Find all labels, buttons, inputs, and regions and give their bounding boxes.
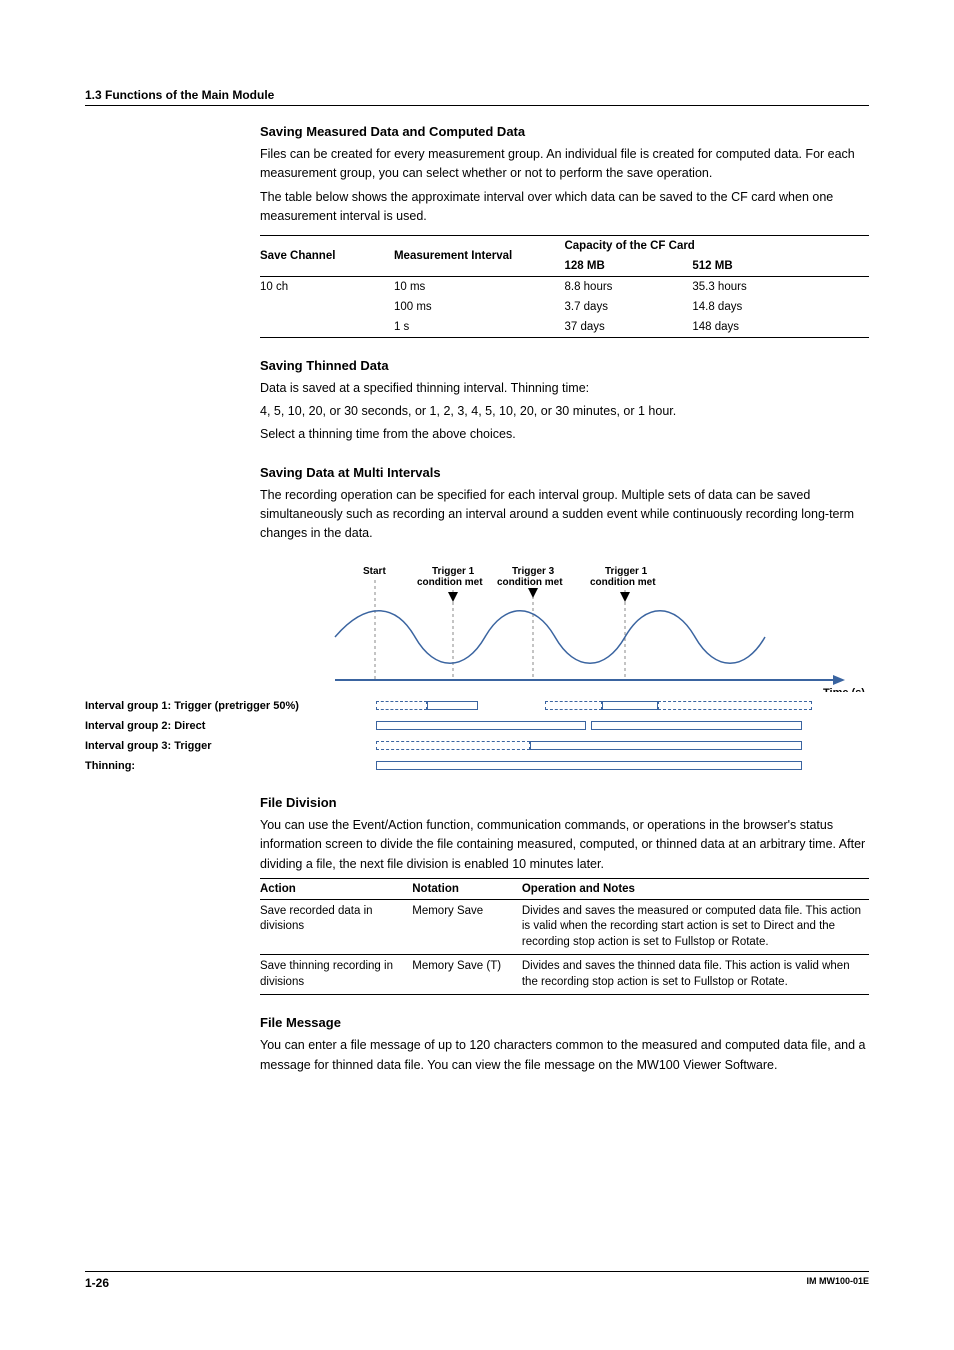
lbl-g3: Interval group 3: Trigger (85, 740, 355, 752)
section-file-message: File Message You can enter a file messag… (260, 1015, 869, 1075)
th-action: Action (260, 878, 412, 899)
cell: Memory Save (T) (412, 955, 522, 995)
cell: 148 days (692, 317, 820, 338)
track-g1 (355, 701, 869, 711)
section-multi-intervals: Saving Data at Multi Intervals The recor… (260, 465, 869, 544)
th-capacity: Capacity of the CF Card (564, 235, 820, 256)
lbl-g2: Interval group 2: Direct (85, 720, 355, 732)
lbl-t3b: condition met (497, 577, 563, 588)
timing-diagram: Start Trigger 1 condition met Trigger 3 … (85, 562, 869, 775)
lbl-time: Time (s) (823, 687, 865, 692)
s3-title: Saving Data at Multi Intervals (260, 465, 869, 480)
section-thinned: Saving Thinned Data Data is saved at a s… (260, 358, 869, 445)
doc-id: IM MW100-01E (806, 1276, 869, 1290)
page-number: 1-26 (85, 1276, 109, 1290)
s4-title: File Division (260, 795, 869, 810)
s1-title: Saving Measured Data and Computed Data (260, 124, 869, 139)
lbl-t1b: condition met (417, 577, 483, 588)
s2-p3: Select a thinning time from the above ch… (260, 425, 869, 444)
th-meas-int: Measurement Interval (394, 235, 565, 276)
lbl-start: Start (363, 566, 386, 577)
section-saving-measured: Saving Measured Data and Computed Data F… (260, 124, 869, 338)
lbl-g4: Thinning: (85, 760, 355, 772)
lbl-t1c: Trigger 1 (605, 566, 648, 577)
cell: Divides and saves the measured or comput… (522, 899, 869, 955)
timing-svg: Start Trigger 1 condition met Trigger 3 … (85, 562, 869, 692)
s5-title: File Message (260, 1015, 869, 1030)
s5-p1: You can enter a file message of up to 12… (260, 1036, 869, 1075)
cell: Save thinning recording in divisions (260, 955, 412, 995)
s1-p1: Files can be created for every measureme… (260, 145, 869, 184)
cell: 14.8 days (692, 297, 820, 317)
capacity-table: Save Channel Measurement Interval Capaci… (260, 235, 869, 338)
section-ref: 1.3 Functions of the Main Module (85, 88, 869, 102)
section-header: 1.3 Functions of the Main Module (85, 88, 869, 106)
cell: 10 ms (394, 276, 565, 297)
th-save-channel: Save Channel (260, 235, 394, 276)
s4-p1: You can use the Event/Action function, c… (260, 816, 869, 874)
th-op: Operation and Notes (522, 878, 869, 899)
file-division-table: Action Notation Operation and Notes Save… (260, 878, 869, 996)
cell: 10 ch (260, 276, 394, 297)
s2-p1: Data is saved at a specified thinning in… (260, 379, 869, 398)
cell: Save recorded data in divisions (260, 899, 412, 955)
cell: 35.3 hours (692, 276, 820, 297)
th-notation: Notation (412, 878, 522, 899)
cell (260, 297, 394, 317)
th-512: 512 MB (692, 256, 820, 277)
cell (260, 317, 394, 338)
cell: 1 s (394, 317, 565, 338)
lbl-t1a: Trigger 1 (432, 566, 475, 577)
page-footer: 1-26 IM MW100-01E (85, 1271, 869, 1290)
th-128: 128 MB (564, 256, 692, 277)
track-g4 (355, 761, 869, 771)
cell: 37 days (564, 317, 692, 338)
cell: 100 ms (394, 297, 565, 317)
cell: 3.7 days (564, 297, 692, 317)
lbl-t3a: Trigger 3 (512, 566, 555, 577)
s1-p2: The table below shows the approximate in… (260, 188, 869, 227)
s2-title: Saving Thinned Data (260, 358, 869, 373)
lbl-t1d: condition met (590, 577, 656, 588)
track-g3 (355, 741, 869, 751)
cell: Memory Save (412, 899, 522, 955)
s3-p1: The recording operation can be specified… (260, 486, 869, 544)
track-g2 (355, 721, 869, 731)
s2-p2: 4, 5, 10, 20, or 30 seconds, or 1, 2, 3,… (260, 402, 869, 421)
cell: Divides and saves the thinned data file.… (522, 955, 869, 995)
section-file-division: File Division You can use the Event/Acti… (260, 795, 869, 996)
cell: 8.8 hours (564, 276, 692, 297)
lbl-g1: Interval group 1: Trigger (pretrigger 50… (85, 700, 355, 712)
